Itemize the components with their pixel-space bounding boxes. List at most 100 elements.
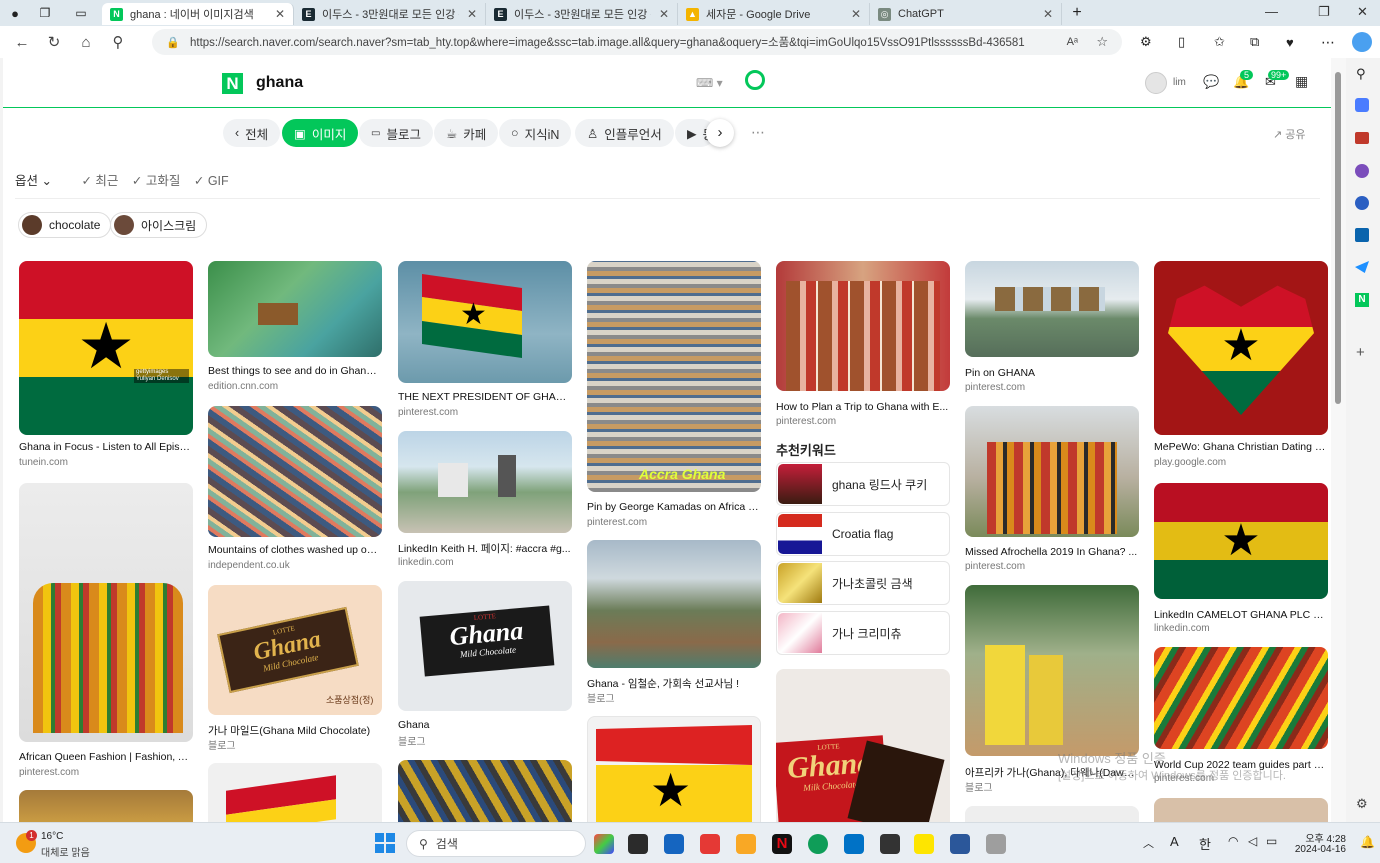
clock-time[interactable]: 오후 4:28	[1294, 830, 1346, 845]
more-tabs-icon[interactable]: ⋯	[751, 124, 765, 141]
netflix-icon[interactable]: N	[772, 834, 792, 854]
result-caption[interactable]: 가나 마일드(Ghana Mild Chocolate)	[208, 723, 381, 738]
result-image[interactable]	[208, 763, 382, 822]
shopping-icon[interactable]	[1355, 98, 1369, 112]
result-image[interactable]: LOTTE Ghana Mild Chocolate 소품상점(정)	[208, 585, 382, 715]
options-toggle[interactable]: 옵션 ⌄	[15, 174, 52, 188]
task-view-icon[interactable]	[628, 834, 648, 854]
close-window-icon[interactable]: ✕	[1357, 4, 1368, 20]
tools-icon[interactable]	[1355, 132, 1369, 144]
close-tab-icon[interactable]: ✕	[275, 7, 285, 21]
result-image[interactable]: ★	[1154, 261, 1328, 435]
tab-google-drive[interactable]: ▲ 세자문 - Google Drive ✕	[678, 3, 870, 25]
result-caption[interactable]: LinkedIn Keith H. 페이지: #accra #g...	[398, 541, 571, 556]
result-image[interactable]: ★	[587, 716, 761, 822]
search-button-icon[interactable]	[745, 70, 765, 90]
result-caption[interactable]: Ghana	[398, 719, 571, 731]
reco-item[interactable]: 가나 크리미츄	[776, 611, 950, 655]
result-source[interactable]: pinterest.com	[398, 407, 458, 418]
result-image[interactable]: ★	[398, 261, 572, 383]
store-icon[interactable]	[664, 834, 684, 854]
result-card[interactable]: How to Plan a Trip to Ghana with E... pi…	[776, 261, 950, 429]
search-icon[interactable]: ⚲	[1356, 66, 1366, 82]
result-card[interactable]: African Queen Fashion | Fashion, Afr... …	[19, 483, 193, 780]
result-image[interactable]	[19, 483, 193, 742]
close-tab-icon[interactable]: ✕	[1043, 7, 1053, 21]
result-image[interactable]	[398, 760, 572, 822]
weather-temp[interactable]: 16°C	[41, 831, 63, 842]
youtube-icon[interactable]	[700, 834, 720, 854]
result-card[interactable]: LOTTE Ghana Mild Chocolate 소품상점(정) 가나 마일…	[208, 585, 382, 750]
weather-desc[interactable]: 대체로 맑음	[41, 844, 90, 859]
profile-icon[interactable]: ●	[0, 6, 30, 21]
result-source[interactable]: independent.co.uk	[208, 560, 290, 571]
result-image[interactable]	[965, 806, 1139, 822]
talk-icon[interactable]: 💬	[1203, 74, 1219, 90]
naver-sidebar-icon[interactable]: N	[1355, 293, 1369, 307]
result-card[interactable]	[1154, 798, 1328, 822]
scrollbar-thumb[interactable]	[1335, 72, 1341, 404]
result-caption[interactable]: Mountains of clothes washed up on...	[208, 544, 381, 556]
result-caption[interactable]: Best things to see and do in Ghana ...	[208, 365, 381, 377]
result-image[interactable]: LOTTE Ghana Milk Chocolate	[776, 669, 950, 822]
result-card[interactable]: ★ MePeWo: Ghana Christian Dating - ... p…	[1154, 261, 1328, 473]
result-card[interactable]: Missed Afrochella 2019 In Ghana? ... pin…	[965, 406, 1139, 574]
tab-influencer[interactable]: ♙ 인플루언서	[575, 119, 674, 147]
refresh-icon[interactable]: ↻	[38, 33, 70, 51]
result-image[interactable]	[965, 406, 1139, 537]
naver-logo-icon[interactable]: N	[222, 73, 243, 94]
add-sidebar-icon[interactable]: +	[1356, 344, 1365, 361]
favorites-icon[interactable]: ✩	[1214, 34, 1225, 50]
result-source[interactable]: 블로그	[965, 779, 993, 793]
mail-app-icon[interactable]	[844, 834, 864, 854]
performance-icon[interactable]: ♥	[1286, 35, 1294, 50]
result-source[interactable]: pinterest.com	[19, 767, 79, 778]
tab-chatgpt[interactable]: ◎ ChatGPT ✕	[870, 3, 1062, 25]
result-image[interactable]	[208, 261, 382, 357]
battery-icon[interactable]: ▭	[1266, 834, 1277, 848]
result-source[interactable]: edition.cnn.com	[208, 381, 278, 392]
result-source[interactable]: linkedin.com	[1154, 623, 1210, 634]
word-icon[interactable]	[950, 834, 970, 854]
result-image[interactable]	[208, 406, 382, 537]
keyboard-icon[interactable]: ⌨ ▾	[696, 76, 723, 90]
result-card[interactable]: LinkedIn Keith H. 페이지: #accra #g... link…	[398, 431, 572, 571]
kakaotalk-icon[interactable]	[914, 834, 934, 854]
result-card[interactable]	[208, 763, 382, 822]
more-menu-icon[interactable]: ⋯	[1321, 34, 1335, 51]
tab-edus-1[interactable]: E 이두스 - 3만원대로 모든 인강 구 ✕	[294, 3, 486, 25]
tab-kin[interactable]: ○ 지식iN	[499, 119, 572, 147]
new-tab-icon[interactable]: +	[1062, 4, 1092, 22]
copilot-icon[interactable]	[1352, 32, 1372, 52]
tab-edus-2[interactable]: E 이두스 - 3만원대로 모든 인강 구 ✕	[486, 3, 678, 25]
wifi-icon[interactable]: ◠	[1228, 834, 1238, 848]
tab-actions-icon[interactable]: ▭	[60, 6, 102, 20]
result-caption[interactable]: African Queen Fashion | Fashion, Afr...	[19, 751, 192, 763]
tab-all[interactable]: ‹ 전체	[223, 119, 281, 147]
result-caption[interactable]: Pin by George Kamadas on Africa | ...	[587, 501, 760, 513]
result-card[interactable]: ★ THE NEXT PRESIDENT OF GHANA | ... pint…	[398, 261, 572, 419]
apps-grid-icon[interactable]: ▦	[1295, 73, 1308, 90]
chip-chocolate[interactable]: chocolate	[18, 212, 112, 238]
result-source[interactable]: play.google.com	[1154, 457, 1226, 468]
result-caption[interactable]: THE NEXT PRESIDENT OF GHANA | ...	[398, 391, 571, 403]
result-source[interactable]: tunein.com	[19, 457, 68, 468]
result-source[interactable]: pinterest.com	[965, 382, 1025, 393]
close-tab-icon[interactable]: ✕	[467, 7, 477, 21]
sticky-notes-icon[interactable]	[880, 834, 900, 854]
result-card[interactable]: Mountains of clothes washed up on... ind…	[208, 406, 382, 574]
collections-icon[interactable]: ⧉	[1250, 34, 1259, 50]
result-image[interactable]	[776, 261, 950, 391]
result-source[interactable]: pinterest.com	[587, 517, 647, 528]
input-mode[interactable]: A	[1170, 834, 1179, 849]
result-caption[interactable]: How to Plan a Trip to Ghana with E...	[776, 401, 949, 413]
result-card[interactable]: LOTTE Ghana Milk Chocolate	[776, 669, 950, 822]
reco-item[interactable]: Croatia flag	[776, 512, 950, 556]
result-card[interactable]: Best things to see and do in Ghana ... e…	[208, 261, 382, 393]
favorite-star-icon[interactable]: ☆	[1096, 34, 1108, 50]
result-source[interactable]: 블로그	[398, 733, 426, 748]
workspaces-icon[interactable]: ❐	[30, 6, 60, 20]
result-card[interactable]: Ghana - 임철순, 가회속 선교사님 ! 블로그	[587, 540, 761, 704]
read-aloud-icon[interactable]: Aᵃ	[1067, 36, 1078, 48]
result-image[interactable]: ★	[1154, 483, 1328, 599]
